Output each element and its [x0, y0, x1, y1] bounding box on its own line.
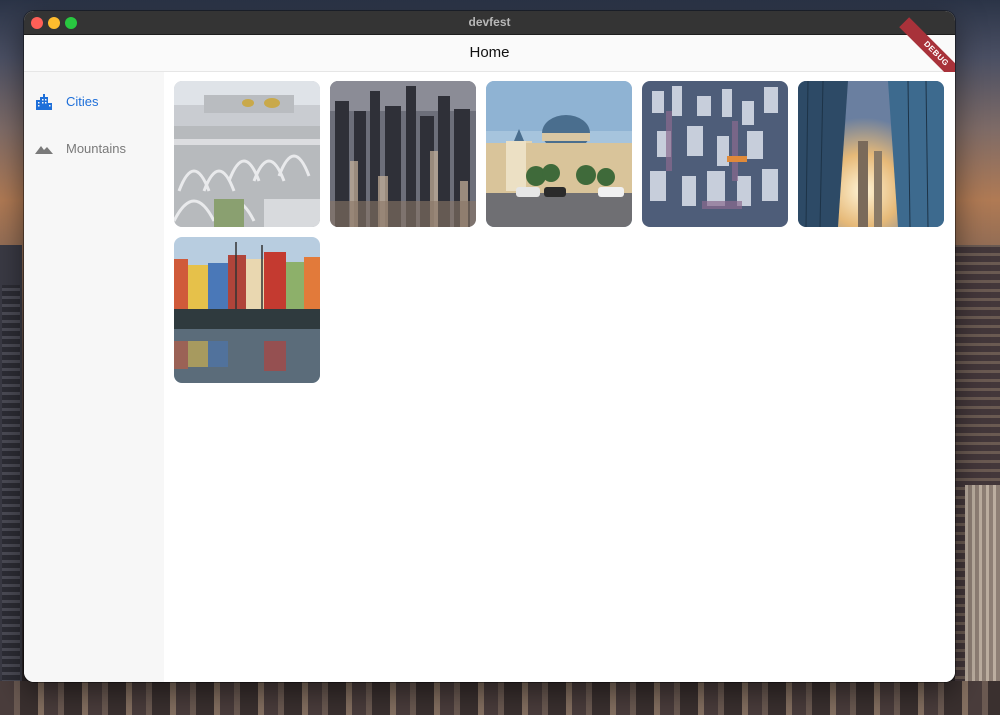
nav-item-cities[interactable]: Cities: [24, 82, 164, 122]
photo-grid: [164, 72, 955, 682]
photo-tile-1[interactable]: [174, 81, 320, 227]
photo-tile-4[interactable]: [642, 81, 788, 227]
photo-tile-2[interactable]: [330, 81, 476, 227]
city-photo-futuristic-arches: [174, 81, 320, 227]
city-photo-domed-mosque: [486, 81, 632, 227]
navigation-rail: Cities Mountains: [24, 72, 164, 682]
nav-item-label: Mountains: [66, 141, 126, 156]
page-title: Home: [469, 44, 510, 61]
photo-tile-3[interactable]: [486, 81, 632, 227]
city-photo-glass-towers-sunset: [798, 81, 944, 227]
city-photo-colorful-harbor: [174, 237, 320, 383]
mountain-icon: [35, 140, 53, 158]
app-bar: Home DEBUG: [24, 17, 955, 91]
window-title: devfest: [468, 15, 511, 29]
photo-tile-6[interactable]: [174, 237, 320, 383]
city-photo-aerial-skyscrapers: [642, 81, 788, 227]
title-bar[interactable]: devfest: [24, 11, 955, 35]
city-icon: [35, 93, 53, 111]
nav-item-label: Cities: [66, 94, 99, 109]
city-photo-manhattan-skyline: [330, 81, 476, 227]
nav-item-mountains[interactable]: Mountains: [24, 129, 164, 169]
app-window: devfest Home DEBUG Cities Mountains: [24, 11, 955, 682]
photo-tile-5[interactable]: [798, 81, 944, 227]
